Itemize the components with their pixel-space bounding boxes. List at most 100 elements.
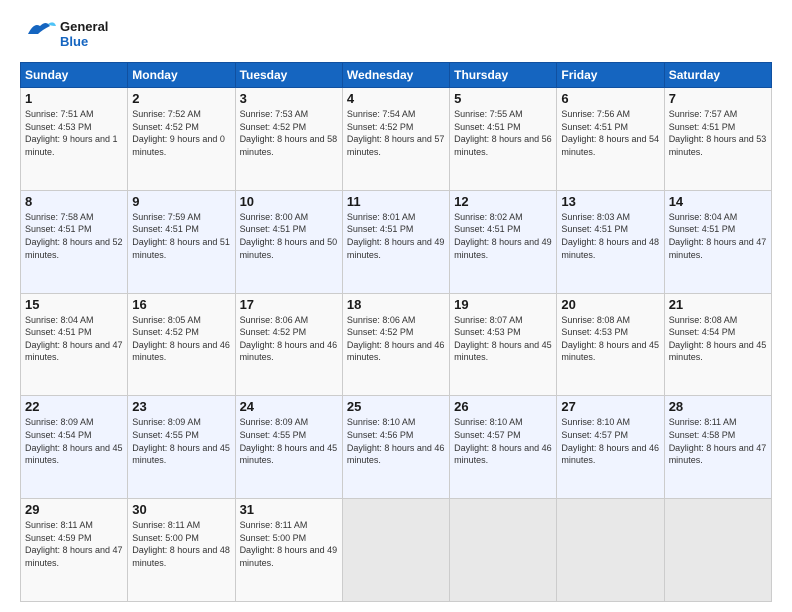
week-row-1: 1 Sunrise: 7:51 AMSunset: 4:53 PMDayligh… (21, 88, 772, 191)
day-number: 13 (561, 194, 659, 209)
day-info: Sunrise: 8:08 AMSunset: 4:54 PMDaylight:… (669, 315, 767, 363)
day-info: Sunrise: 8:03 AMSunset: 4:51 PMDaylight:… (561, 212, 659, 260)
day-number: 14 (669, 194, 767, 209)
day-info: Sunrise: 7:57 AMSunset: 4:51 PMDaylight:… (669, 109, 767, 157)
day-info: Sunrise: 8:11 AMSunset: 4:58 PMDaylight:… (669, 417, 767, 465)
day-info: Sunrise: 8:11 AMSunset: 4:59 PMDaylight:… (25, 520, 123, 568)
day-number: 24 (240, 399, 338, 414)
cell-5-4 (450, 499, 557, 602)
cell-3-6: 21 Sunrise: 8:08 AMSunset: 4:54 PMDaylig… (664, 293, 771, 396)
header-tuesday: Tuesday (235, 63, 342, 88)
calendar-header: SundayMondayTuesdayWednesdayThursdayFrid… (21, 63, 772, 88)
day-number: 17 (240, 297, 338, 312)
day-info: Sunrise: 7:51 AMSunset: 4:53 PMDaylight:… (25, 109, 118, 157)
day-number: 9 (132, 194, 230, 209)
cell-5-5 (557, 499, 664, 602)
day-number: 18 (347, 297, 445, 312)
day-number: 28 (669, 399, 767, 414)
page: GeneralBlue SundayMondayTuesdayWednesday… (0, 0, 792, 612)
day-number: 30 (132, 502, 230, 517)
day-number: 6 (561, 91, 659, 106)
day-info: Sunrise: 8:11 AMSunset: 5:00 PMDaylight:… (132, 520, 230, 568)
day-info: Sunrise: 8:09 AMSunset: 4:55 PMDaylight:… (132, 417, 230, 465)
cell-5-0: 29 Sunrise: 8:11 AMSunset: 4:59 PMDaylig… (21, 499, 128, 602)
day-info: Sunrise: 8:10 AMSunset: 4:57 PMDaylight:… (454, 417, 552, 465)
day-number: 23 (132, 399, 230, 414)
day-number: 5 (454, 91, 552, 106)
day-number: 12 (454, 194, 552, 209)
cell-2-6: 14 Sunrise: 8:04 AMSunset: 4:51 PMDaylig… (664, 190, 771, 293)
day-info: Sunrise: 8:08 AMSunset: 4:53 PMDaylight:… (561, 315, 659, 363)
logo-blue-text: Blue (60, 34, 108, 49)
day-number: 19 (454, 297, 552, 312)
week-row-5: 29 Sunrise: 8:11 AMSunset: 4:59 PMDaylig… (21, 499, 772, 602)
cell-4-4: 26 Sunrise: 8:10 AMSunset: 4:57 PMDaylig… (450, 396, 557, 499)
header-saturday: Saturday (664, 63, 771, 88)
day-info: Sunrise: 8:06 AMSunset: 4:52 PMDaylight:… (347, 315, 445, 363)
day-number: 8 (25, 194, 123, 209)
calendar-body: 1 Sunrise: 7:51 AMSunset: 4:53 PMDayligh… (21, 88, 772, 602)
day-number: 3 (240, 91, 338, 106)
logo-wrapper: GeneralBlue (20, 16, 108, 52)
day-info: Sunrise: 8:05 AMSunset: 4:52 PMDaylight:… (132, 315, 230, 363)
cell-4-6: 28 Sunrise: 8:11 AMSunset: 4:58 PMDaylig… (664, 396, 771, 499)
day-number: 2 (132, 91, 230, 106)
day-number: 10 (240, 194, 338, 209)
header-friday: Friday (557, 63, 664, 88)
week-row-3: 15 Sunrise: 8:04 AMSunset: 4:51 PMDaylig… (21, 293, 772, 396)
cell-5-6 (664, 499, 771, 602)
cell-1-4: 5 Sunrise: 7:55 AMSunset: 4:51 PMDayligh… (450, 88, 557, 191)
day-info: Sunrise: 8:04 AMSunset: 4:51 PMDaylight:… (669, 212, 767, 260)
logo-bird-icon (20, 16, 56, 52)
cell-5-2: 31 Sunrise: 8:11 AMSunset: 5:00 PMDaylig… (235, 499, 342, 602)
cell-2-4: 12 Sunrise: 8:02 AMSunset: 4:51 PMDaylig… (450, 190, 557, 293)
cell-1-3: 4 Sunrise: 7:54 AMSunset: 4:52 PMDayligh… (342, 88, 449, 191)
day-info: Sunrise: 7:55 AMSunset: 4:51 PMDaylight:… (454, 109, 552, 157)
day-info: Sunrise: 8:09 AMSunset: 4:54 PMDaylight:… (25, 417, 123, 465)
day-number: 4 (347, 91, 445, 106)
day-number: 27 (561, 399, 659, 414)
day-number: 1 (25, 91, 123, 106)
cell-3-5: 20 Sunrise: 8:08 AMSunset: 4:53 PMDaylig… (557, 293, 664, 396)
header-monday: Monday (128, 63, 235, 88)
header-wednesday: Wednesday (342, 63, 449, 88)
day-info: Sunrise: 7:59 AMSunset: 4:51 PMDaylight:… (132, 212, 230, 260)
day-number: 16 (132, 297, 230, 312)
day-number: 15 (25, 297, 123, 312)
week-row-2: 8 Sunrise: 7:58 AMSunset: 4:51 PMDayligh… (21, 190, 772, 293)
day-info: Sunrise: 8:10 AMSunset: 4:56 PMDaylight:… (347, 417, 445, 465)
cell-1-6: 7 Sunrise: 7:57 AMSunset: 4:51 PMDayligh… (664, 88, 771, 191)
day-info: Sunrise: 7:56 AMSunset: 4:51 PMDaylight:… (561, 109, 659, 157)
cell-2-2: 10 Sunrise: 8:00 AMSunset: 4:51 PMDaylig… (235, 190, 342, 293)
logo-text: GeneralBlue (60, 19, 108, 49)
day-info: Sunrise: 7:52 AMSunset: 4:52 PMDaylight:… (132, 109, 225, 157)
cell-5-3 (342, 499, 449, 602)
cell-2-1: 9 Sunrise: 7:59 AMSunset: 4:51 PMDayligh… (128, 190, 235, 293)
day-number: 20 (561, 297, 659, 312)
cell-2-0: 8 Sunrise: 7:58 AMSunset: 4:51 PMDayligh… (21, 190, 128, 293)
cell-5-1: 30 Sunrise: 8:11 AMSunset: 5:00 PMDaylig… (128, 499, 235, 602)
day-info: Sunrise: 7:54 AMSunset: 4:52 PMDaylight:… (347, 109, 445, 157)
day-info: Sunrise: 8:06 AMSunset: 4:52 PMDaylight:… (240, 315, 338, 363)
day-number: 7 (669, 91, 767, 106)
calendar-table: SundayMondayTuesdayWednesdayThursdayFrid… (20, 62, 772, 602)
cell-3-1: 16 Sunrise: 8:05 AMSunset: 4:52 PMDaylig… (128, 293, 235, 396)
cell-4-3: 25 Sunrise: 8:10 AMSunset: 4:56 PMDaylig… (342, 396, 449, 499)
day-info: Sunrise: 7:58 AMSunset: 4:51 PMDaylight:… (25, 212, 123, 260)
day-number: 31 (240, 502, 338, 517)
cell-1-1: 2 Sunrise: 7:52 AMSunset: 4:52 PMDayligh… (128, 88, 235, 191)
day-number: 29 (25, 502, 123, 517)
cell-3-2: 17 Sunrise: 8:06 AMSunset: 4:52 PMDaylig… (235, 293, 342, 396)
week-row-4: 22 Sunrise: 8:09 AMSunset: 4:54 PMDaylig… (21, 396, 772, 499)
header-thursday: Thursday (450, 63, 557, 88)
cell-3-0: 15 Sunrise: 8:04 AMSunset: 4:51 PMDaylig… (21, 293, 128, 396)
day-info: Sunrise: 8:11 AMSunset: 5:00 PMDaylight:… (240, 520, 338, 568)
day-info: Sunrise: 8:10 AMSunset: 4:57 PMDaylight:… (561, 417, 659, 465)
day-number: 11 (347, 194, 445, 209)
logo-general-text: General (60, 19, 108, 34)
cell-4-0: 22 Sunrise: 8:09 AMSunset: 4:54 PMDaylig… (21, 396, 128, 499)
cell-4-1: 23 Sunrise: 8:09 AMSunset: 4:55 PMDaylig… (128, 396, 235, 499)
day-number: 26 (454, 399, 552, 414)
day-number: 21 (669, 297, 767, 312)
cell-4-5: 27 Sunrise: 8:10 AMSunset: 4:57 PMDaylig… (557, 396, 664, 499)
